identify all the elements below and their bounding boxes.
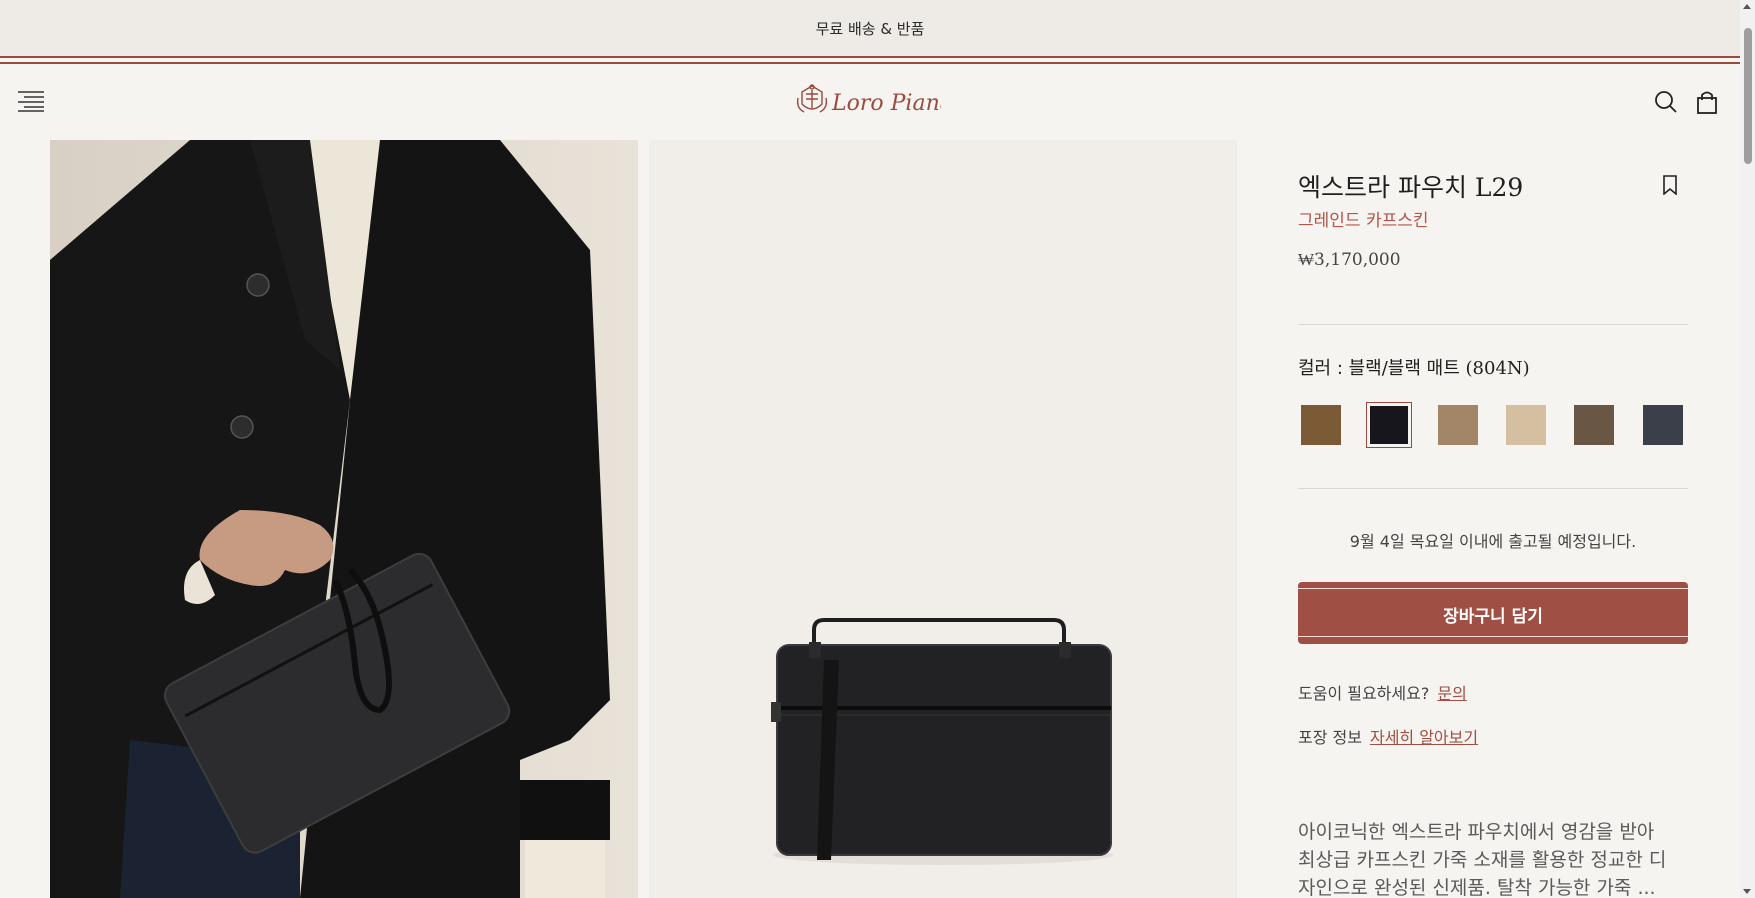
promo-banner: 무료 배송 & 반품 — [0, 0, 1740, 56]
color-swatch[interactable] — [1571, 402, 1617, 448]
description-line: 아이코닉한 엑스트라 파우치에서 영감을 받아 — [1298, 821, 1655, 843]
color-code: (804N) — [1465, 358, 1530, 379]
page-scrollbar[interactable] — [1740, 0, 1755, 898]
color-swatches — [1298, 402, 1688, 448]
shipping-estimate: 9월 4일 목요일 이내에 출고될 예정입니다. — [1349, 532, 1637, 551]
scrollbar-thumb[interactable] — [1744, 28, 1752, 164]
color-name: 컬러 : 블랙/블랙 매트 — [1298, 358, 1460, 379]
swatch-fill — [1574, 405, 1614, 445]
button-decor-line — [1298, 588, 1688, 589]
help-row: 도움이 필요하세요? 문의 — [1298, 680, 1467, 704]
swatch-fill — [1438, 405, 1478, 445]
promo-text: 무료 배송 & 반품 — [815, 20, 925, 38]
color-swatch[interactable] — [1298, 402, 1344, 448]
logo-wordmark: Loro Piana — [831, 91, 941, 116]
promo-divider-line — [0, 56, 1740, 58]
hamburger-menu-icon[interactable] — [18, 90, 44, 112]
scroll-down-icon[interactable] — [1743, 889, 1751, 894]
scroll-up-icon[interactable] — [1743, 4, 1751, 9]
color-swatch[interactable] — [1503, 402, 1549, 448]
description-line: 최상급 카프스킨 가죽 소재를 활용한 정교한 디 — [1298, 849, 1667, 871]
loro-piana-logo[interactable]: Loro Piana — [796, 80, 953, 124]
description-line: 자인으로 완성된 신제품. 탈착 가능한 가죽 ... — [1298, 877, 1656, 898]
search-icon[interactable] — [1652, 88, 1680, 116]
color-swatch[interactable] — [1435, 402, 1481, 448]
bookmark-icon[interactable] — [1662, 175, 1678, 196]
divider — [1298, 324, 1688, 325]
product-title: 엑스트라 파우치 L29 — [1298, 173, 1524, 202]
divider — [1298, 488, 1688, 489]
shopping-bag-icon[interactable] — [1693, 88, 1721, 116]
swatch-fill — [1301, 405, 1341, 445]
swatch-fill — [1506, 405, 1546, 445]
model-holding-pouch-photo[interactable] — [50, 140, 638, 898]
product-description: 아이코닉한 엑스트라 파우치에서 영감을 받아 최상급 카프스킨 가죽 소재를 … — [1298, 818, 1688, 898]
packaging-row: 포장 정보 자세히 알아보기 — [1298, 724, 1478, 748]
product-gallery — [0, 140, 1240, 898]
packaging-text: 포장 정보 — [1298, 728, 1362, 747]
contact-link[interactable]: 문의 — [1437, 684, 1466, 703]
color-swatch[interactable] — [1366, 402, 1412, 448]
product-material: 그레인드 카프스킨 — [1298, 211, 1429, 231]
swatch-fill — [1370, 406, 1408, 444]
button-decor-line — [1298, 636, 1688, 637]
color-swatch[interactable] — [1640, 402, 1686, 448]
color-selection-label: 컬러 : 블랙/블랙 매트 (804N) — [1298, 354, 1530, 380]
help-text: 도움이 필요하세요? — [1298, 684, 1430, 703]
product-price: ₩3,170,000 — [1298, 250, 1401, 270]
add-to-cart-button[interactable]: 장바구니 담기 — [1298, 582, 1688, 644]
swatch-fill — [1643, 405, 1683, 445]
site-header: Loro Piana — [0, 64, 1740, 140]
learn-more-link[interactable]: 자세히 알아보기 — [1370, 728, 1478, 747]
pouch-product-photo[interactable] — [649, 140, 1237, 898]
